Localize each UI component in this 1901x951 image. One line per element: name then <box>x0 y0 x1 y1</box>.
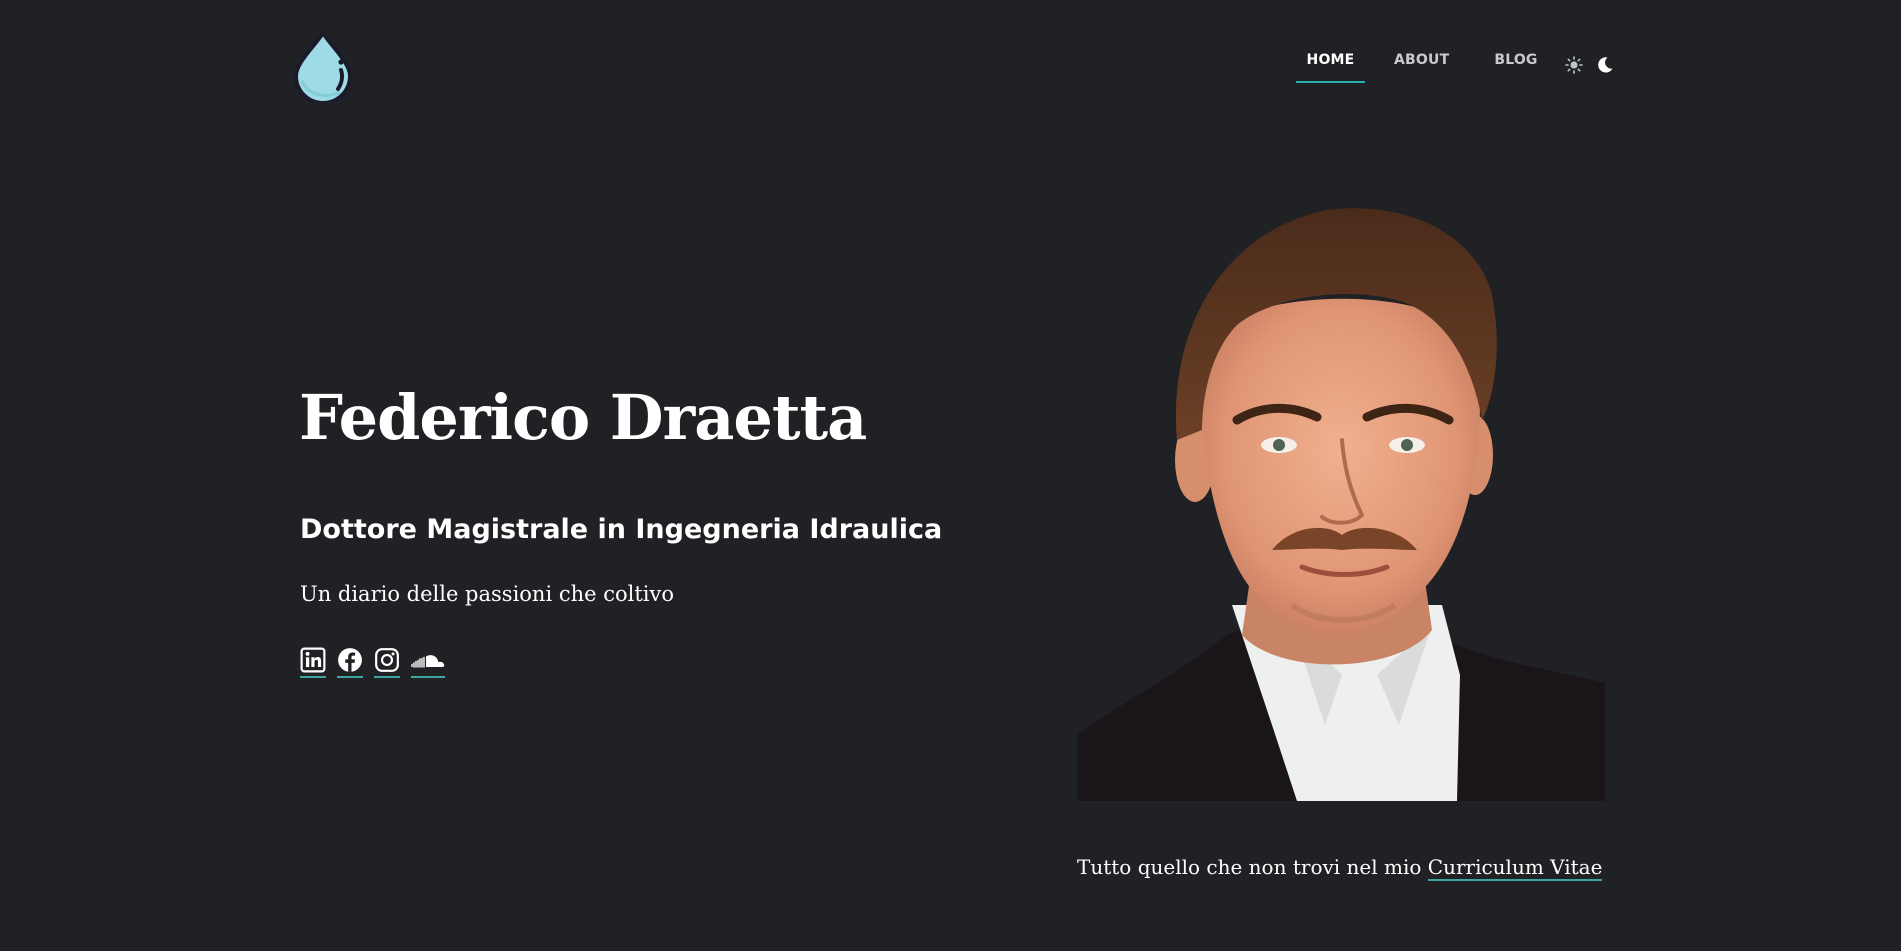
linkedin-icon <box>300 647 326 673</box>
cv-link[interactable]: Curriculum Vitae <box>1427 855 1603 881</box>
facebook-link[interactable] <box>337 647 363 678</box>
moon-icon <box>1598 57 1613 73</box>
cv-line-text: Tutto quello che non trovi nel mio <box>1077 855 1428 879</box>
facebook-icon <box>338 648 362 672</box>
cv-line: Tutto quello che non trovi nel mio Curri… <box>1077 853 1603 881</box>
social-links <box>300 647 456 678</box>
main-nav: HOME ABOUT BLOG <box>1296 52 1538 83</box>
hero-tagline: Un diario delle passioni che coltivo <box>300 582 675 606</box>
hero-role: Dottore Magistrale in Ingegneria Idrauli… <box>300 514 943 545</box>
nav-home-link[interactable]: HOME <box>1296 52 1365 83</box>
nav-about-link[interactable]: ABOUT <box>1394 52 1449 83</box>
nav-blog-link[interactable]: BLOG <box>1494 52 1537 83</box>
profile-photo <box>1077 208 1605 801</box>
linkedin-link[interactable] <box>300 647 326 678</box>
water-drop-logo[interactable] <box>291 30 355 102</box>
instagram-icon <box>375 648 399 672</box>
soundcloud-link[interactable] <box>411 647 445 678</box>
theme-switcher <box>1565 56 1614 74</box>
instagram-link[interactable] <box>374 647 400 678</box>
soundcloud-icon <box>411 655 445 668</box>
sun-icon <box>1565 56 1583 74</box>
light-mode-toggle[interactable] <box>1565 56 1583 74</box>
hero-name: Federico Draetta <box>299 381 867 454</box>
dark-mode-toggle[interactable] <box>1596 56 1614 74</box>
